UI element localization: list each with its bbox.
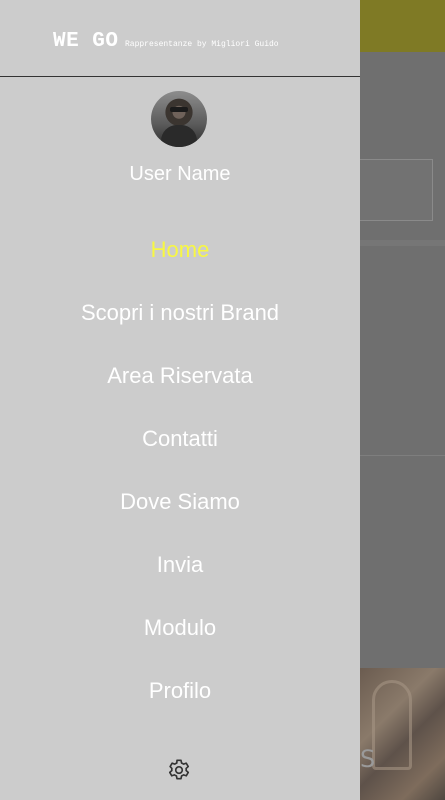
avatar-sunglasses	[170, 107, 188, 112]
menu-item-brand[interactable]: Scopri i nostri Brand	[0, 293, 360, 356]
drawer-header: WE GO Rappresentanze by Migliori Guido	[0, 0, 360, 77]
menu-item-modulo[interactable]: Modulo	[0, 608, 360, 671]
avatar-figure	[161, 125, 197, 147]
menu-item-contatti[interactable]: Contatti	[0, 419, 360, 482]
user-avatar[interactable]	[151, 91, 207, 147]
brand-tagline: Rappresentanze by Migliori Guido	[124, 40, 279, 49]
menu-item-dove-siamo[interactable]: Dove Siamo	[0, 482, 360, 545]
drawer-menu: Home Scopri i nostri Brand Area Riservat…	[0, 230, 360, 734]
brand-logo: WE GO Rappresentanze by Migliori Guido	[53, 30, 279, 53]
background-photo-detail	[372, 680, 412, 770]
menu-item-area-riservata[interactable]: Area Riservata	[0, 356, 360, 419]
menu-item-home[interactable]: Home	[0, 230, 360, 293]
user-name: User Name	[129, 163, 231, 185]
menu-item-invia[interactable]: Invia	[0, 545, 360, 608]
background-divider	[360, 455, 445, 456]
navigation-drawer: WE GO Rappresentanze by Migliori Guido U…	[0, 0, 360, 800]
gear-icon[interactable]	[165, 757, 193, 785]
menu-item-profilo[interactable]: Profilo	[0, 671, 360, 734]
brand-name: WE GO	[53, 30, 119, 53]
background-divider	[360, 240, 445, 246]
background-photo-text: S	[360, 745, 376, 773]
